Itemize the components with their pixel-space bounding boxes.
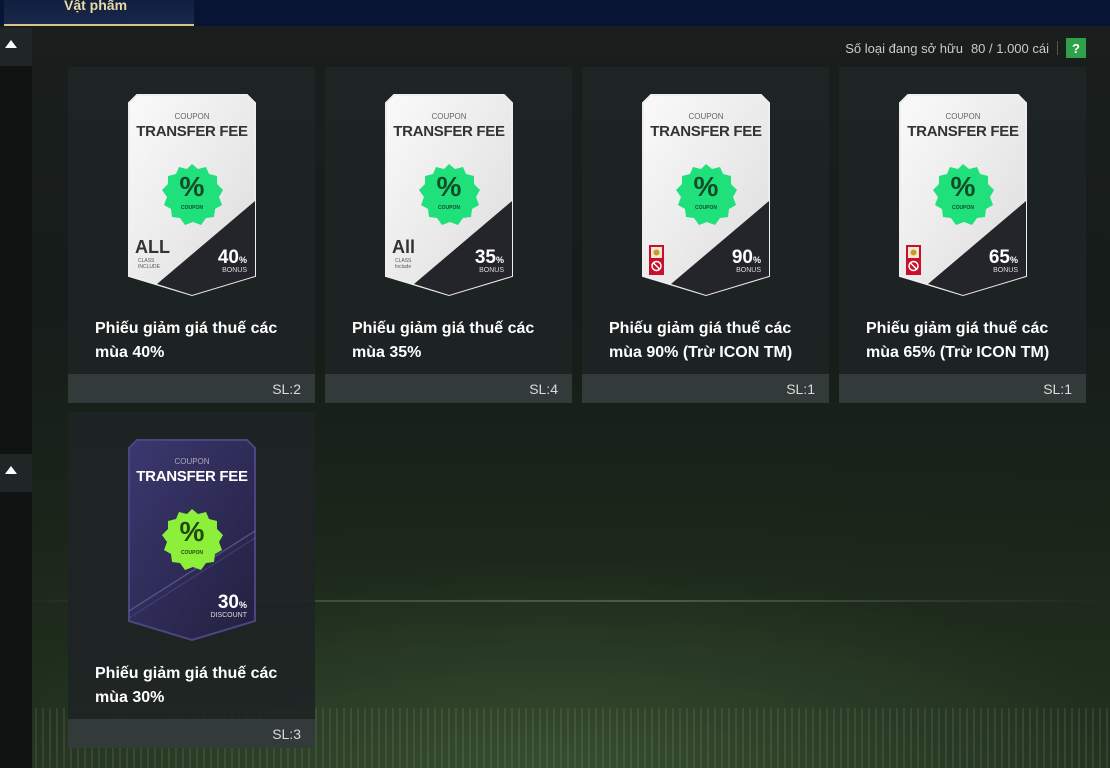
coupon-small-label: COUPON [431, 112, 467, 121]
item-name: Phiếu giảm giá thuế các mùa 65% (Trừ ICO… [866, 320, 1050, 361]
coupon-title: TRANSFER FEE [650, 123, 762, 140]
item-card[interactable]: COUPON TRANSFER FEE % COUPON ALL CLASS I… [68, 67, 315, 403]
badge-percent: % [179, 516, 205, 547]
left-rail [0, 28, 32, 768]
coupon-value-number: 30 [217, 592, 239, 613]
coupon-value: 30% [218, 592, 247, 614]
coupon-card-image: COUPON TRANSFER FEE % COUPON 90% BONUS [641, 91, 771, 297]
coupon-value: 90% [732, 247, 761, 269]
ownership-counter: Số loại đang sở hữu 80 / 1.000 cái ? [845, 38, 1086, 58]
coupon-class-sub: CLASS INCLUDE [138, 258, 160, 270]
coupon-title: TRANSFER FEE [393, 123, 505, 140]
item-card[interactable]: COUPON TRANSFER FEE % COUPON 30% DISCOUN… [68, 412, 315, 748]
coupon-card-image: COUPON TRANSFER FEE % COUPON 30% DISCOUN… [127, 436, 257, 642]
coupon-value-number: 65 [988, 247, 1010, 268]
coupon-value-unit: % [495, 255, 504, 265]
coupon-class: ALL [135, 237, 170, 257]
ownership-label: Số loại đang sở hữu [845, 40, 963, 56]
percent-badge-icon: % COUPON [931, 163, 995, 227]
coupon-small-label: COUPON [174, 112, 210, 121]
badge-sub: COUPON [952, 205, 974, 211]
coupon-value-number: 35 [474, 247, 496, 268]
coupon-title: TRANSFER FEE [136, 468, 248, 485]
coupon-class-sub: CLASS Include [395, 258, 412, 270]
item-footer: SL:1 [582, 374, 829, 403]
coupon-small-label: COUPON [174, 457, 210, 466]
coupon-class: All [392, 237, 416, 257]
coupon-card-image: COUPON TRANSFER FEE % COUPON 65% BONUS [898, 91, 1028, 297]
item-card[interactable]: COUPON TRANSFER FEE % COUPON 65% BONUS P… [839, 67, 1086, 403]
coupon-small-label: COUPON [945, 112, 981, 121]
collapse-section-button[interactable] [0, 454, 32, 492]
coupon-value-unit: % [752, 255, 761, 265]
coupon-small-label: COUPON [688, 112, 724, 121]
badge-sub: COUPON [438, 205, 460, 211]
percent-badge-icon: % COUPON [674, 163, 738, 227]
coupon-card-image: COUPON TRANSFER FEE % COUPON All CLASS I… [384, 91, 514, 297]
badge-percent: % [950, 171, 976, 202]
coupon-value-number: 90 [731, 247, 753, 268]
item-name: Phiếu giảm giá thuế các mùa 90% (Trừ ICO… [609, 320, 793, 361]
coupon-value-sub: BONUS [993, 267, 1018, 274]
percent-badge-icon: % COUPON [160, 508, 224, 572]
coupon-value-number: 40 [217, 247, 239, 268]
coupon-card-image: COUPON TRANSFER FEE % COUPON ALL CLASS I… [127, 91, 257, 297]
badge-sub: COUPON [181, 205, 203, 211]
item-footer: SL:1 [839, 374, 1086, 403]
item-card[interactable]: COUPON TRANSFER FEE % COUPON 90% BONUS P… [582, 67, 829, 403]
item-footer: SL:3 [68, 719, 315, 748]
triangle-up-icon [5, 40, 17, 48]
coupon-value-unit: % [238, 255, 247, 265]
tab-items[interactable]: Vật phẩm [4, 0, 194, 26]
percent-badge-icon: % COUPON [160, 163, 224, 227]
badge-sub: COUPON [695, 205, 717, 211]
item-quantity: SL:2 [272, 381, 301, 397]
item-name: Phiếu giảm giá thuế các mùa 40% [95, 320, 278, 361]
no-icon-restriction-icon [649, 245, 664, 275]
item-card[interactable]: COUPON TRANSFER FEE % COUPON All CLASS I… [325, 67, 572, 403]
item-quantity: SL:1 [786, 381, 815, 397]
coupon-value-sub: BONUS [736, 267, 761, 274]
coupon-value-sub: BONUS [222, 267, 247, 274]
coupon-value-sub: BONUS [479, 267, 504, 274]
coupon-value-sub: DISCOUNT [210, 612, 247, 619]
item-quantity: SL:3 [272, 726, 301, 742]
ownership-value: 80 / 1.000 cái [970, 40, 1049, 56]
badge-percent: % [179, 171, 205, 202]
no-icon-restriction-icon [906, 245, 921, 275]
collapse-section-button[interactable] [0, 28, 32, 66]
coupon-value: 65% [989, 247, 1018, 269]
tab-items-label: Vật phẩm [64, 0, 128, 13]
help-button[interactable]: ? [1066, 38, 1086, 58]
coupon-value: 40% [218, 247, 247, 269]
coupon-value: 35% [475, 247, 504, 269]
badge-percent: % [436, 171, 462, 202]
item-footer: SL:4 [325, 374, 572, 403]
item-name: Phiếu giảm giá thuế các mùa 35% [352, 320, 535, 361]
badge-percent: % [693, 171, 719, 202]
badge-sub: COUPON [181, 550, 203, 556]
coupon-title: TRANSFER FEE [136, 123, 248, 140]
coupon-title: TRANSFER FEE [907, 123, 1019, 140]
divider [1057, 41, 1058, 55]
coupon-value-unit: % [238, 600, 247, 610]
percent-badge-icon: % COUPON [417, 163, 481, 227]
triangle-up-icon [5, 466, 17, 474]
top-bar: Vật phẩm [0, 0, 1110, 26]
coupon-value-unit: % [1009, 255, 1018, 265]
item-footer: SL:2 [68, 374, 315, 403]
item-quantity: SL:1 [1043, 381, 1072, 397]
item-name: Phiếu giảm giá thuế các mùa 30% [95, 665, 278, 706]
item-quantity: SL:4 [529, 381, 558, 397]
